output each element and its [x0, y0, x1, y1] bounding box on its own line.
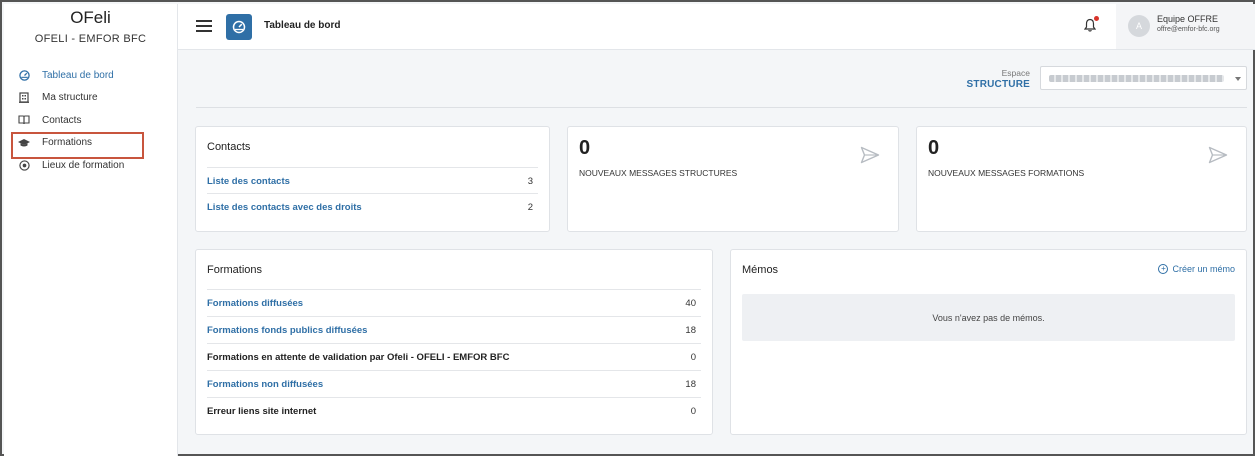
- notification-dot: [1094, 16, 1099, 21]
- graduation-cap-icon: [18, 137, 30, 149]
- messages-formations-card: 0 NOUVEAUX MESSAGES FORMATIONS: [916, 126, 1247, 232]
- messages-formations-count: 0: [928, 137, 940, 159]
- sidebar-item-tableau-de-bord[interactable]: Tableau de bord: [4, 64, 177, 87]
- table-row: Formations diffusées 40: [207, 289, 701, 316]
- table-row: Formations fonds publics diffusées 18: [207, 316, 701, 343]
- formations-diffusees-link[interactable]: Formations diffusées: [207, 298, 303, 309]
- row-count: 40: [685, 297, 696, 309]
- blurred-selection: [1049, 75, 1224, 82]
- send-icon[interactable]: [1208, 146, 1228, 164]
- formations-fonds-publics-link[interactable]: Formations fonds publics diffusées: [207, 325, 367, 336]
- hamburger-menu-icon[interactable]: [196, 20, 212, 32]
- sidebar-item-label: Contacts: [42, 114, 82, 126]
- sidebar-item-label: Formations: [42, 137, 93, 149]
- messages-structures-count: 0: [579, 137, 591, 159]
- sidebar-item-label: Tableau de bord: [42, 69, 114, 81]
- create-memo-button[interactable]: + Créer un mémo: [1158, 264, 1235, 274]
- send-icon[interactable]: [860, 146, 880, 164]
- espace-select-dropdown[interactable]: [1040, 66, 1247, 90]
- messages-formations-label: NOUVEAUX MESSAGES FORMATIONS: [928, 168, 1085, 178]
- memos-empty-text: Vous n'avez pas de mémos.: [932, 312, 1045, 323]
- brand-subtitle: OFELI - EMFOR BFC: [34, 33, 147, 45]
- contacts-list-link[interactable]: Liste des contacts: [207, 176, 290, 187]
- notification-bell-icon[interactable]: [1083, 16, 1099, 34]
- building-icon: [18, 92, 30, 104]
- address-book-icon: [18, 114, 30, 126]
- memos-empty-state: Vous n'avez pas de mémos.: [742, 294, 1235, 341]
- contacts-with-rights-link[interactable]: Liste des contacts avec des droits: [207, 202, 362, 213]
- location-icon: [18, 159, 30, 171]
- table-row: Formations en attente de validation par …: [207, 343, 701, 370]
- sidebar-nav: Tableau de bord Ma structure Contacts Fo…: [4, 64, 177, 177]
- memos-card-title: Mémos: [742, 264, 779, 276]
- sidebar-item-contacts[interactable]: Contacts: [4, 109, 177, 132]
- app-frame: OFeli OFELI - EMFOR BFC Tableau de bord …: [0, 0, 1255, 456]
- user-email: offre@emfor-bfc.org: [1157, 26, 1220, 33]
- formations-card: Formations Formations diffusées 40 Forma…: [195, 249, 713, 435]
- divider: [196, 107, 1247, 108]
- sidebar-item-label: Ma structure: [42, 92, 98, 104]
- row-count: 0: [690, 405, 696, 417]
- user-menu[interactable]: A Equipe OFFRE offre@emfor-bfc.org: [1116, 4, 1255, 49]
- brand: OFeli OFELI - EMFOR BFC: [4, 4, 177, 50]
- sidebar: OFeli OFELI - EMFOR BFC Tableau de bord …: [4, 4, 178, 456]
- messages-structures-label: NOUVEAUX MESSAGES STRUCTURES: [579, 168, 738, 178]
- chevron-down-icon: [1235, 77, 1241, 81]
- formations-card-title: Formations: [207, 264, 263, 276]
- row-count: 0: [690, 351, 696, 363]
- formations-en-attente-label: Formations en attente de validation par …: [207, 351, 510, 363]
- row-count: 18: [685, 378, 696, 390]
- page-title: Tableau de bord: [264, 20, 341, 31]
- memos-card: Mémos + Créer un mémo Vous n'avez pas de…: [730, 249, 1247, 435]
- erreur-liens-label: Erreur liens site internet: [207, 405, 317, 417]
- row-count: 2: [527, 201, 533, 213]
- espace-label: Espace: [1001, 68, 1030, 78]
- contacts-card: Contacts Liste des contacts 3 Liste des …: [195, 126, 550, 232]
- table-row: Erreur liens site internet 0: [207, 397, 701, 424]
- brand-title: OFeli: [70, 8, 111, 27]
- topbar: Tableau de bord A Equipe OFFRE offre@emf…: [178, 4, 1255, 50]
- table-row: Liste des contacts 3: [207, 167, 538, 194]
- sidebar-item-label: Lieux de formation: [42, 159, 125, 171]
- avatar: A: [1128, 15, 1150, 37]
- create-memo-label: Créer un mémo: [1172, 264, 1235, 274]
- espace-value: STRUCTURE: [966, 79, 1030, 90]
- sidebar-item-ma-structure[interactable]: Ma structure: [4, 87, 177, 110]
- sidebar-item-lieux-de-formation[interactable]: Lieux de formation: [4, 154, 177, 177]
- messages-structures-card: 0 NOUVEAUX MESSAGES STRUCTURES: [567, 126, 899, 232]
- table-row: Liste des contacts avec des droits 2: [207, 193, 538, 220]
- contacts-card-title: Contacts: [207, 141, 251, 153]
- dashboard-logo-icon: [226, 14, 252, 40]
- row-count: 18: [685, 324, 696, 336]
- table-row: Formations non diffusées 18: [207, 370, 701, 397]
- plus-circle-icon: +: [1158, 264, 1169, 274]
- sidebar-item-formations[interactable]: Formations: [4, 131, 177, 158]
- row-count: 3: [527, 175, 533, 187]
- user-name: Equipe OFFRE: [1157, 14, 1219, 24]
- formations-non-diffusees-link[interactable]: Formations non diffusées: [207, 379, 323, 390]
- dashboard-icon: [18, 69, 30, 81]
